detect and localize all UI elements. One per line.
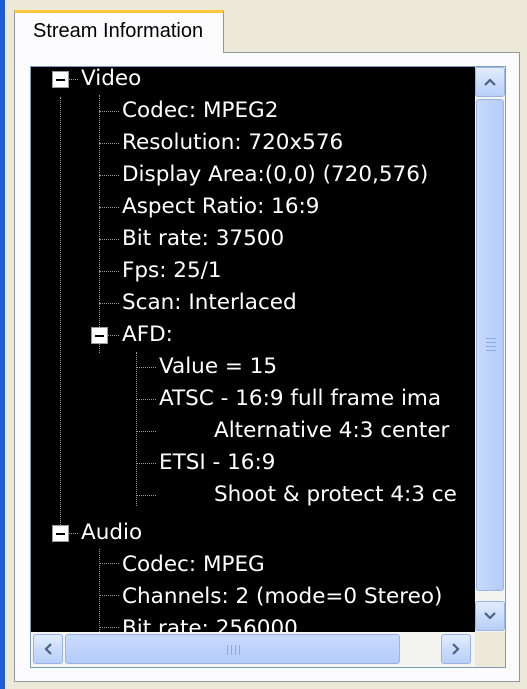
tree-item-audio-channels[interactable]: Channels: 2 (mode=0 Stereo) bbox=[122, 581, 442, 613]
tree-line bbox=[99, 175, 119, 176]
stream-info-tree[interactable]: Video Codec: MPEG2 Resolution: 720x576 D… bbox=[30, 66, 506, 668]
tree-item-label: Resolution: 720x576 bbox=[122, 130, 344, 155]
tree-line bbox=[99, 239, 119, 240]
tree-item-audio-bit-rate[interactable]: Bit rate: 256000 bbox=[122, 613, 298, 632]
chevron-right-icon bbox=[452, 643, 460, 655]
vertical-scroll-thumb[interactable] bbox=[476, 99, 504, 591]
tree-node-label: Video bbox=[81, 67, 142, 91]
tab-stream-information[interactable]: Stream Information bbox=[14, 10, 224, 53]
tree-line bbox=[99, 563, 119, 564]
tree-line bbox=[136, 463, 156, 464]
tree-item-audio-codec[interactable]: Codec: MPEG bbox=[122, 549, 265, 581]
video-collapse-toggle[interactable] bbox=[52, 71, 69, 88]
tree-item-label: Alternative 4:3 center bbox=[214, 418, 450, 443]
scroll-up-button[interactable] bbox=[475, 67, 505, 97]
tree-line bbox=[136, 399, 156, 400]
tree-item-label: ATSC - 16:9 full frame ima bbox=[159, 386, 442, 411]
thumb-grip bbox=[486, 342, 496, 343]
tree-line bbox=[99, 143, 119, 144]
tree-item-label: Fps: 25/1 bbox=[122, 258, 222, 283]
tree-item-resolution[interactable]: Resolution: 720x576 bbox=[122, 127, 343, 159]
scroll-left-button[interactable] bbox=[33, 634, 63, 664]
vertical-scrollbar[interactable] bbox=[475, 67, 505, 632]
tree-item-display-area[interactable]: Display Area:(0,0) (720,576) bbox=[122, 159, 428, 191]
tree-line bbox=[107, 335, 119, 336]
tree-item-label: Codec: MPEG bbox=[122, 552, 265, 577]
tree-item-afd-atsc-detail[interactable]: Alternative 4:3 center bbox=[214, 415, 449, 447]
tree-item-fps[interactable]: Fps: 25/1 bbox=[122, 255, 222, 287]
tree-item-scan[interactable]: Scan: Interlaced bbox=[122, 287, 297, 319]
tree-item-afd-etsi-detail[interactable]: Shoot & protect 4:3 ce bbox=[214, 479, 457, 511]
tree-line bbox=[60, 97, 61, 539]
tree-item-label: ETSI - 16:9 bbox=[159, 450, 276, 475]
chevron-up-icon bbox=[484, 78, 496, 86]
tree-item-afd-value[interactable]: Value = 15 bbox=[159, 351, 277, 383]
tree-item-label: Codec: MPEG2 bbox=[122, 98, 279, 123]
tree-node-afd[interactable]: AFD: bbox=[122, 319, 173, 351]
tree-line bbox=[99, 271, 119, 272]
tree-item-label: Aspect Ratio: 16:9 bbox=[122, 194, 320, 219]
tree-node-audio[interactable]: Audio bbox=[81, 517, 142, 549]
thumb-grip bbox=[235, 645, 236, 655]
scroll-down-button[interactable] bbox=[475, 601, 505, 631]
tree-line bbox=[136, 431, 156, 432]
tree-item-afd-etsi[interactable]: ETSI - 16:9 bbox=[159, 447, 275, 479]
horizontal-scrollbar[interactable] bbox=[31, 632, 475, 667]
tree-item-codec[interactable]: Codec: MPEG2 bbox=[122, 95, 278, 127]
tree-line bbox=[99, 549, 100, 632]
tree-content: Video Codec: MPEG2 Resolution: 720x576 D… bbox=[31, 67, 475, 632]
tree-line bbox=[99, 627, 119, 628]
scroll-right-button[interactable] bbox=[441, 634, 471, 664]
tree-node-label: AFD: bbox=[122, 322, 173, 347]
tree-item-aspect-ratio[interactable]: Aspect Ratio: 16:9 bbox=[122, 191, 319, 223]
thumb-grip bbox=[231, 645, 232, 655]
tab-label: Stream Information bbox=[33, 20, 204, 42]
thumb-grip bbox=[486, 338, 496, 339]
thumb-grip bbox=[486, 346, 496, 347]
thumb-grip bbox=[239, 645, 240, 655]
tree-line bbox=[99, 95, 100, 353]
tree-item-label: Display Area:(0,0) (720,576) bbox=[122, 162, 429, 187]
chevron-down-icon bbox=[484, 612, 496, 620]
tree-line bbox=[99, 207, 119, 208]
tree-item-label: Shoot & protect 4:3 ce bbox=[214, 482, 457, 507]
tree-line bbox=[136, 367, 156, 368]
tree-item-bit-rate[interactable]: Bit rate: 37500 bbox=[122, 223, 284, 255]
audio-collapse-toggle[interactable] bbox=[52, 525, 69, 542]
tree-item-label: Channels: 2 (mode=0 Stereo) bbox=[122, 584, 443, 609]
tree-node-label: Audio bbox=[81, 520, 143, 545]
afd-collapse-toggle[interactable] bbox=[91, 327, 108, 344]
tree-line bbox=[136, 352, 137, 506]
chevron-left-icon bbox=[44, 643, 52, 655]
thumb-grip bbox=[227, 645, 228, 655]
window-left-edge bbox=[0, 0, 5, 689]
horizontal-scroll-thumb[interactable] bbox=[65, 634, 400, 664]
tree-item-label: Bit rate: 37500 bbox=[122, 226, 285, 251]
tree-node-video[interactable]: Video bbox=[81, 67, 141, 95]
tree-item-label: Scan: Interlaced bbox=[122, 290, 297, 315]
tree-line bbox=[99, 595, 119, 596]
tree-line bbox=[68, 533, 78, 534]
scrollbar-corner bbox=[475, 632, 505, 667]
tree-item-afd-atsc[interactable]: ATSC - 16:9 full frame ima bbox=[159, 383, 441, 415]
tree-item-label: Bit rate: 256000 bbox=[122, 616, 298, 632]
tree-line bbox=[99, 111, 119, 112]
tree-line bbox=[68, 79, 78, 80]
tree-item-label: Value = 15 bbox=[159, 354, 278, 379]
tree-line bbox=[136, 495, 156, 496]
tree-line bbox=[99, 303, 119, 304]
thumb-grip bbox=[486, 350, 496, 351]
